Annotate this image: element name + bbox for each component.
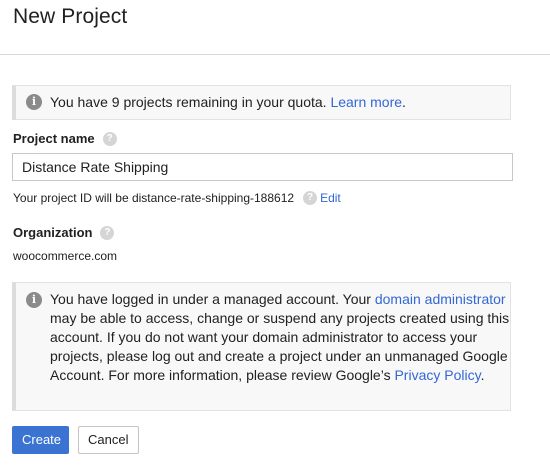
create-button[interactable]: Create xyxy=(12,426,69,454)
help-icon[interactable]: ? xyxy=(102,131,117,146)
domain-administrator-link[interactable]: domain administrator xyxy=(375,291,506,307)
project-id-text: Your project ID will be distance-rate-sh… xyxy=(13,191,295,205)
help-icon[interactable]: ? xyxy=(100,225,115,240)
managed-text-3: . xyxy=(480,367,485,383)
cancel-button[interactable]: Cancel xyxy=(78,426,139,454)
managed-account-notice: i You have logged in under a managed acc… xyxy=(12,282,511,411)
edit-project-id-link[interactable]: Edit xyxy=(320,191,341,205)
quota-notice-text: You have 9 projects remaining in your qu… xyxy=(50,93,406,112)
project-name-input[interactable]: Distance Rate Shipping xyxy=(12,153,513,181)
project-name-label-text: Project name xyxy=(13,131,95,146)
managed-text-1: You have logged in under a managed accou… xyxy=(50,291,375,307)
organization-value: woocommerce.com xyxy=(13,249,118,263)
info-icon: i xyxy=(26,94,42,110)
project-name-label: Project name? xyxy=(13,131,117,146)
page-title: New Project xyxy=(13,5,128,28)
project-id-line: Your project ID will be distance-rate-sh… xyxy=(13,190,341,206)
learn-more-link[interactable]: Learn more xyxy=(330,94,402,110)
quota-notice: i You have 9 projects remaining in your … xyxy=(12,85,511,120)
privacy-policy-link[interactable]: Privacy Policy xyxy=(394,367,480,383)
organization-label-text: Organization xyxy=(13,225,93,240)
organization-label: Organization? xyxy=(13,225,115,240)
header-divider xyxy=(0,54,550,55)
quota-suffix: . xyxy=(402,94,406,110)
quota-text: You have 9 projects remaining in your qu… xyxy=(50,94,327,110)
help-icon[interactable]: ? xyxy=(303,190,318,205)
info-icon: i xyxy=(26,292,42,308)
managed-notice-text: You have logged in under a managed accou… xyxy=(50,290,510,385)
